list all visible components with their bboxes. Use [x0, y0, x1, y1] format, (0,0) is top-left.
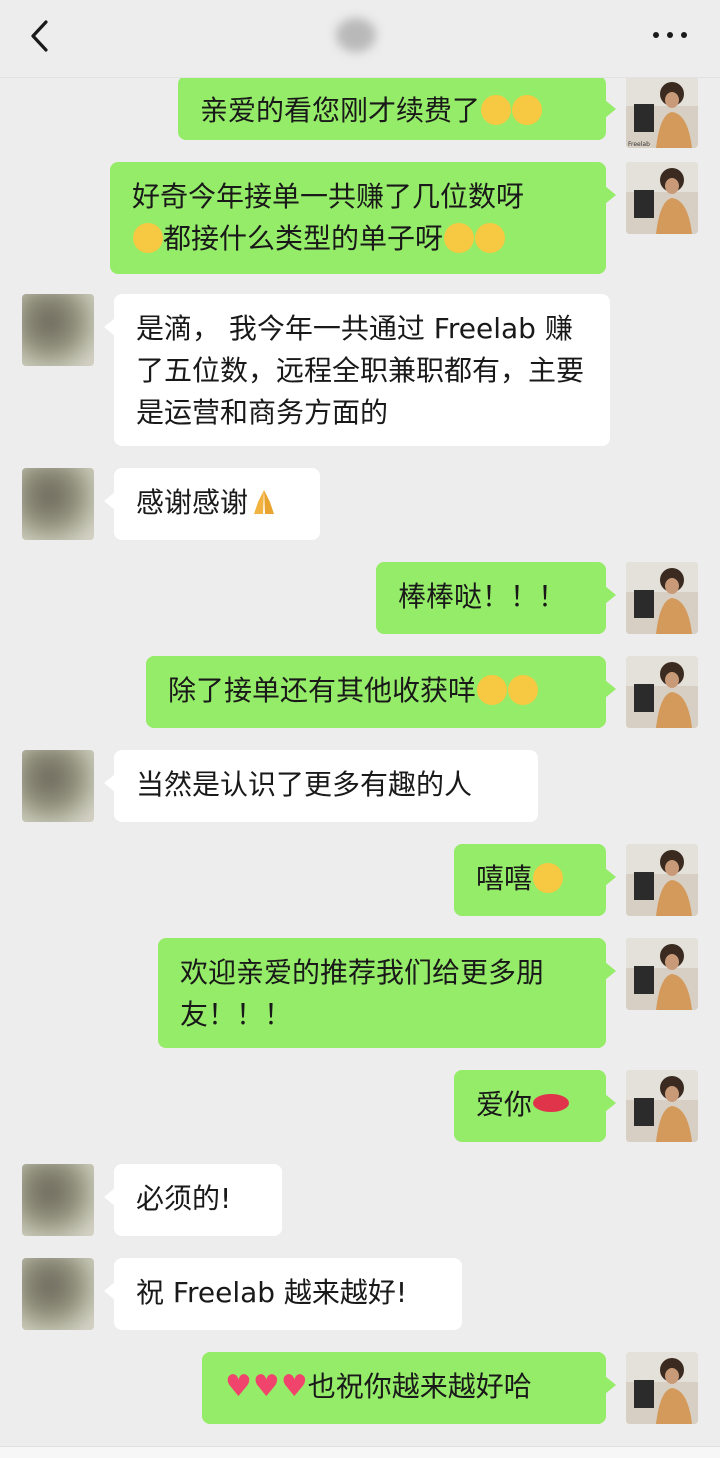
heart-icon: ♥ — [252, 1369, 280, 1404]
message-text: 也祝你越来越好哈 — [307, 1370, 532, 1403]
avatar[interactable] — [22, 750, 94, 822]
avatar-blurred — [22, 468, 94, 540]
avatar[interactable] — [22, 468, 94, 540]
avatar-blurred — [22, 294, 94, 366]
more-dots-icon — [653, 32, 687, 38]
message-text: 是滴， 我今年一共通过 Freelab 赚了五位数，远程全职兼职都有，主要是运营… — [136, 312, 585, 429]
avatar-blurred — [22, 1164, 94, 1236]
message-text: 感谢感谢 — [136, 486, 249, 519]
message-bubble[interactable]: 亲爱的看您刚才续费了 — [178, 76, 616, 140]
message-bubble[interactable]: 嘻嘻 — [454, 844, 616, 916]
thinking-face-icon — [481, 95, 512, 125]
avatar-photo — [626, 656, 698, 728]
avatar[interactable] — [626, 1352, 698, 1424]
heart-icon: ♥ — [280, 1369, 308, 1404]
avatar-photo: Freelab — [626, 76, 698, 148]
confused-face-icon — [444, 223, 475, 253]
avatar-blurred — [22, 750, 94, 822]
message-text: 棒棒哒！！！ — [398, 580, 567, 613]
message-text: 爱你 — [476, 1088, 533, 1121]
avatar[interactable] — [626, 656, 698, 728]
message-text-2: 都接什么类型的单子呀 — [163, 222, 444, 255]
avatar-blurred — [22, 1258, 94, 1330]
avatar[interactable] — [626, 1070, 698, 1142]
avatar[interactable]: Freelab — [626, 76, 698, 148]
confused-face-icon — [475, 223, 506, 253]
svg-text:Freelab: Freelab — [628, 141, 650, 148]
avatar-photo — [626, 162, 698, 234]
thinking-face-icon — [477, 675, 508, 705]
message-bubble[interactable]: ♥♥♥也祝你越来越好哈 — [202, 1352, 616, 1424]
chat-header — [0, 0, 720, 78]
message-list[interactable]: 亲爱的看您刚才续费了 Freelab 好奇今年接单一共赚了几位数呀都接什么类型的… — [0, 0, 720, 1446]
back-button[interactable] — [24, 16, 56, 56]
message-bubble[interactable]: 必须的! — [104, 1164, 282, 1236]
message-text: 亲爱的看您刚才续费了 — [200, 94, 481, 127]
lips-icon — [533, 1094, 570, 1112]
message-text: 当然是认识了更多有趣的人 — [136, 768, 473, 801]
message-text: 祝 Freelab 越来越好! — [136, 1276, 408, 1309]
thinking-face-icon — [508, 675, 539, 705]
heart-eyes-face-icon — [133, 223, 163, 253]
message-bubble[interactable]: 感谢感谢 — [104, 468, 320, 540]
avatar-photo — [626, 562, 698, 634]
avatar[interactable] — [626, 844, 698, 916]
smiling-face-icon — [533, 863, 564, 893]
chat-title-blurred — [336, 18, 376, 52]
avatar[interactable] — [626, 162, 698, 234]
avatar[interactable] — [22, 1258, 94, 1330]
message-bubble[interactable]: 爱你 — [454, 1070, 616, 1142]
message-text: 好奇今年接单一共赚了几位数呀 — [132, 180, 525, 213]
avatar[interactable] — [22, 294, 94, 366]
message-text: 欢迎亲爱的推荐我们给更多朋友！！！ — [180, 956, 545, 1031]
chevron-left-icon — [31, 20, 48, 52]
avatar-photo — [626, 1352, 698, 1424]
avatar-photo — [626, 938, 698, 1010]
message-bubble[interactable]: 欢迎亲爱的推荐我们给更多朋友！！！ — [158, 938, 616, 1048]
avatar[interactable] — [626, 562, 698, 634]
folded-hands-icon — [254, 490, 275, 514]
message-bubble[interactable]: 当然是认识了更多有趣的人 — [104, 750, 538, 822]
bottom-edge — [0, 1446, 720, 1458]
avatar-photo — [626, 844, 698, 916]
avatar[interactable] — [626, 938, 698, 1010]
thinking-face-icon — [512, 95, 543, 125]
message-bubble[interactable]: 祝 Freelab 越来越好! — [104, 1258, 462, 1330]
heart-icon: ♥ — [225, 1369, 252, 1404]
more-button[interactable] — [648, 20, 692, 50]
message-bubble[interactable]: 除了接单还有其他收获咩 — [146, 656, 616, 728]
message-text: 必须的! — [136, 1182, 232, 1215]
message-bubble[interactable]: 好奇今年接单一共赚了几位数呀都接什么类型的单子呀 — [110, 162, 616, 274]
message-text: 除了接单还有其他收获咩 — [168, 674, 477, 707]
avatar[interactable] — [22, 1164, 94, 1236]
message-text: 嘻嘻 — [476, 862, 533, 895]
avatar-photo — [626, 1070, 698, 1142]
message-bubble[interactable]: 棒棒哒！！！ — [376, 562, 616, 634]
message-bubble[interactable]: 是滴， 我今年一共通过 Freelab 赚了五位数，远程全职兼职都有，主要是运营… — [104, 294, 610, 446]
